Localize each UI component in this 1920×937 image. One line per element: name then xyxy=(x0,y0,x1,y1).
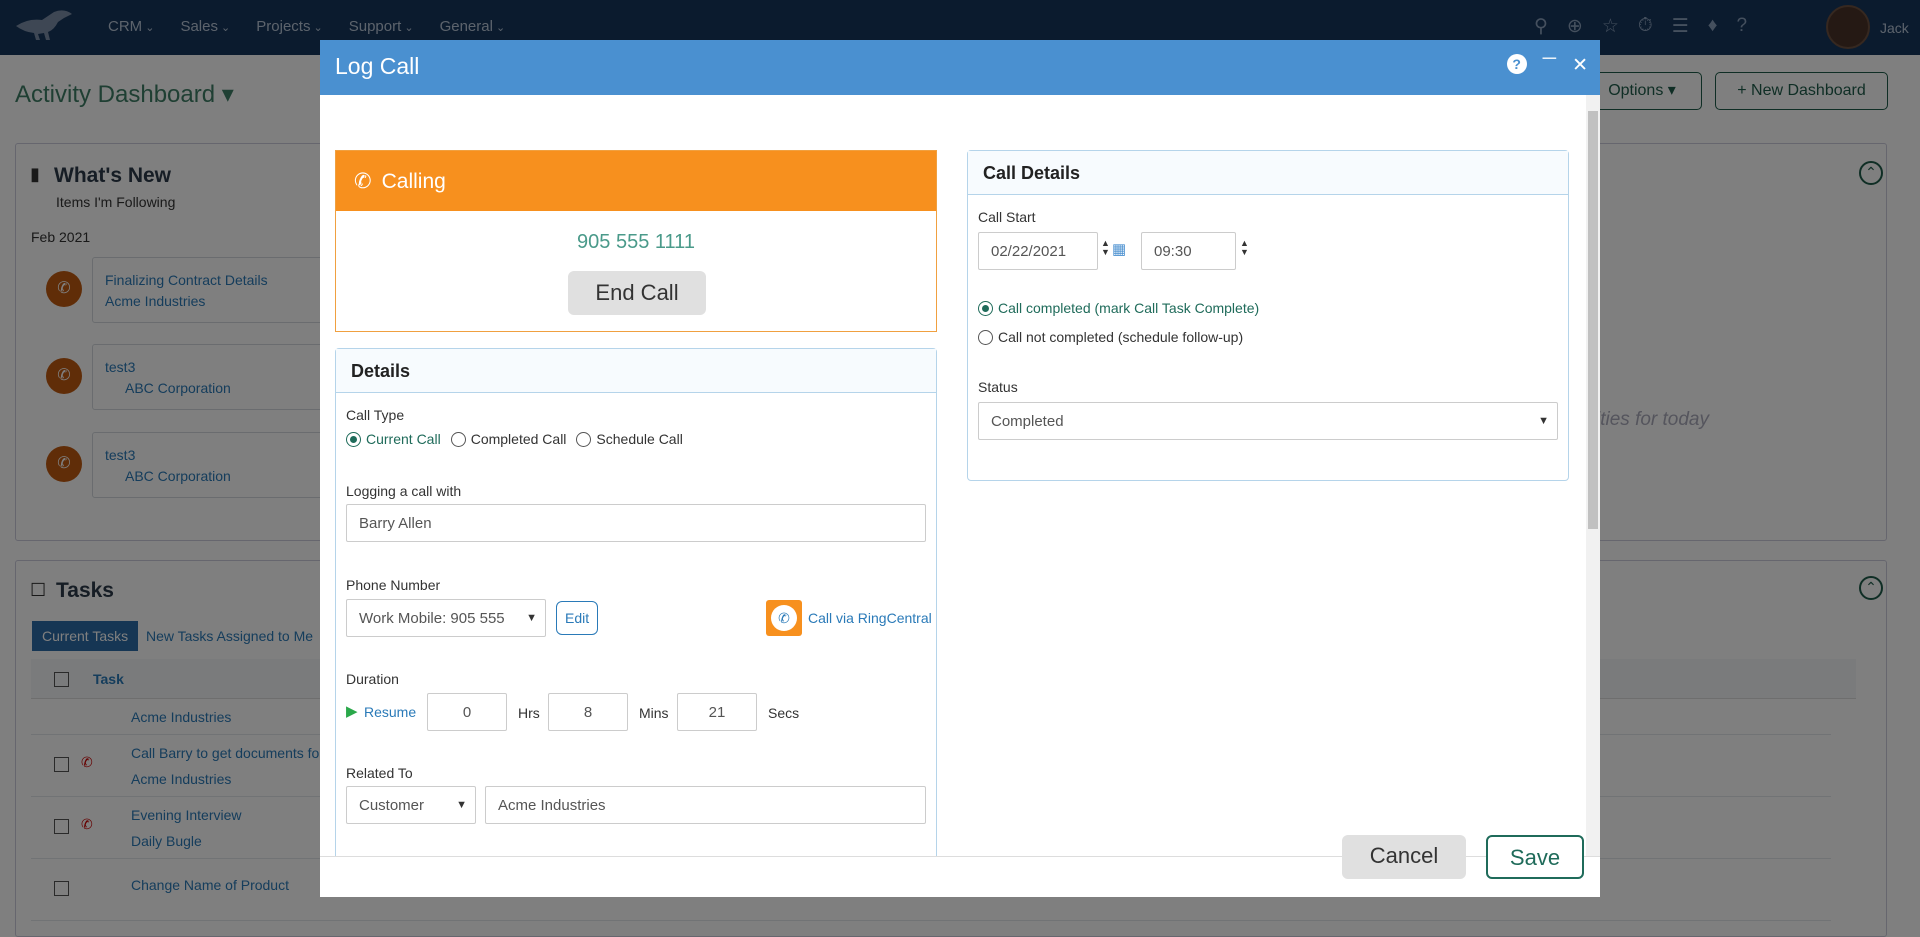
phone-icon: ✆ xyxy=(354,170,372,193)
cancel-button[interactable]: Cancel xyxy=(1342,835,1466,879)
end-call-button[interactable]: End Call xyxy=(568,271,706,315)
close-icon[interactable]: ✕ xyxy=(1572,54,1588,77)
related-type-select[interactable]: Customer ▼ xyxy=(346,786,476,824)
call-start-date-input[interactable]: 02/22/2021 xyxy=(978,232,1098,270)
hours-input[interactable]: 0 xyxy=(427,693,507,731)
call-not-completed-radio[interactable]: Call not completed (schedule follow-up) xyxy=(978,329,1243,345)
dialog-header: Log Call ? ─ ✕ xyxy=(320,40,1600,95)
related-to-input[interactable]: Acme Industries xyxy=(485,786,926,824)
minutes-input[interactable]: 8 xyxy=(548,693,628,731)
time-spinner-icon[interactable]: ▲ ▼ xyxy=(1240,239,1249,257)
call-via-ringcentral-link[interactable]: Call via RingCentral xyxy=(808,610,932,626)
duration-label: Duration xyxy=(346,671,399,687)
call-details-title: Call Details xyxy=(968,151,1568,195)
call-completed-radio[interactable]: Call completed (mark Call Task Complete) xyxy=(978,300,1259,316)
play-icon[interactable]: ▶ xyxy=(346,702,358,720)
call-start-time-input[interactable]: 09:30 xyxy=(1141,232,1236,270)
help-icon[interactable]: ? xyxy=(1506,54,1527,74)
seconds-input[interactable]: 21 xyxy=(677,693,757,731)
edit-phone-button[interactable]: Edit xyxy=(556,601,599,635)
date-spinner-icon[interactable]: ▲ ▼ xyxy=(1101,239,1110,257)
logging-label: Logging a call with xyxy=(346,483,462,499)
details-section: Details Call Type Current Call Completed… xyxy=(335,348,937,856)
phone-number-label: Phone Number xyxy=(346,577,441,593)
related-to-label: Related To xyxy=(346,765,413,781)
dialog-body: ✆ Calling 905 555 1111 End Call Details C… xyxy=(320,95,1600,857)
hours-unit: Hrs xyxy=(518,705,540,721)
call-details-section: Call Details Call Start 02/22/2021 ▲ ▼ ▦ … xyxy=(967,150,1569,481)
calling-number: 905 555 1111 xyxy=(577,231,695,253)
calendar-icon[interactable]: ▦ xyxy=(1112,240,1126,258)
logging-with-input[interactable]: Barry Allen xyxy=(346,504,926,542)
status-select[interactable]: Completed ▼ xyxy=(978,402,1558,440)
minimize-icon[interactable]: ─ xyxy=(1543,49,1556,77)
save-button[interactable]: Save xyxy=(1486,835,1584,879)
seconds-unit: Secs xyxy=(768,705,800,721)
details-title: Details xyxy=(336,349,936,393)
ringcentral-phone-icon[interactable]: ✆ xyxy=(766,600,802,636)
status-label: Status xyxy=(978,379,1018,395)
dialog-title: Log Call xyxy=(335,53,420,79)
call-start-label: Call Start xyxy=(978,209,1036,225)
call-type-label: Call Type xyxy=(346,407,405,423)
call-type-current[interactable]: Current Call xyxy=(346,431,441,447)
call-type-completed[interactable]: Completed Call xyxy=(450,431,566,447)
calling-box: ✆ Calling 905 555 1111 End Call xyxy=(335,150,937,332)
calling-label: Calling xyxy=(381,170,446,193)
scrollbar[interactable] xyxy=(1586,95,1600,856)
minutes-unit: Mins xyxy=(639,705,669,721)
phone-number-select[interactable]: Work Mobile: 905 555 ▼ xyxy=(346,599,546,637)
resume-button[interactable]: Resume xyxy=(364,704,416,720)
log-call-dialog: Log Call ? ─ ✕ ✆ Calling 905 555 1111 End… xyxy=(320,40,1600,897)
call-type-schedule[interactable]: Schedule Call xyxy=(576,431,683,447)
